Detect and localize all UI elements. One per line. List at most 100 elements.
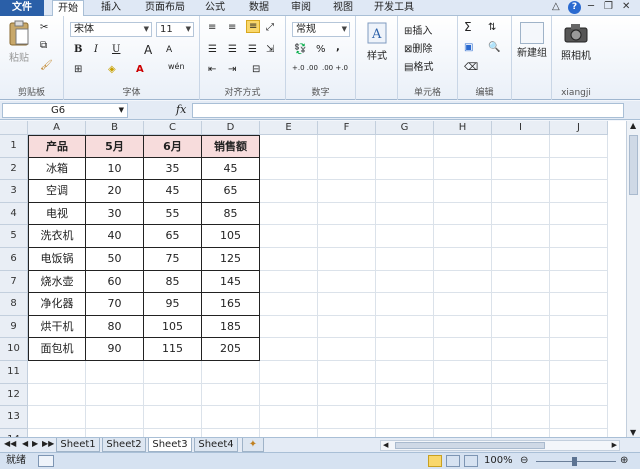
cell-c10[interactable]: 115 <box>144 338 202 361</box>
column-header-f[interactable]: F <box>318 121 376 135</box>
tab-file[interactable]: 文件 <box>0 0 44 16</box>
row-header-5[interactable]: 5 <box>0 225 28 248</box>
row-header-10[interactable]: 10 <box>0 338 28 361</box>
cell-d1[interactable]: 销售额 <box>202 135 260 158</box>
zoom-slider-thumb[interactable] <box>572 457 577 466</box>
cell-f8[interactable] <box>318 293 376 316</box>
cell-f13[interactable] <box>318 406 376 429</box>
italic-button[interactable]: I <box>94 44 98 55</box>
cell-h6[interactable] <box>434 248 492 271</box>
row-header-6[interactable]: 6 <box>0 248 28 271</box>
cell-a10[interactable]: 面包机 <box>28 338 86 361</box>
cell-g1[interactable] <box>376 135 434 158</box>
cell-j2[interactable] <box>550 157 608 181</box>
cell-i6[interactable] <box>492 248 550 271</box>
cell-i7[interactable] <box>492 270 550 294</box>
column-header-e[interactable]: E <box>260 121 318 135</box>
zoom-level[interactable]: 100% <box>484 453 513 469</box>
normal-view-icon[interactable] <box>428 455 442 467</box>
cell-j7[interactable] <box>550 270 608 294</box>
delete-cells-button[interactable]: ⊠删除 <box>404 40 432 55</box>
select-all-corner[interactable] <box>0 121 28 135</box>
new-sheet-icon[interactable]: ✦ <box>242 438 264 452</box>
cell-a9[interactable]: 烘干机 <box>28 315 86 339</box>
cell-b13[interactable] <box>86 406 144 429</box>
column-header-h[interactable]: H <box>434 121 492 135</box>
cell-e3[interactable] <box>260 180 318 203</box>
sheet-tab-sheet2[interactable]: Sheet2 <box>102 438 146 452</box>
row-header-3[interactable]: 3 <box>0 180 28 203</box>
cell-f6[interactable] <box>318 248 376 271</box>
cell-c6[interactable]: 75 <box>144 248 202 271</box>
cell-j11[interactable] <box>550 361 608 384</box>
sort-filter-icon[interactable]: ⇅ <box>488 22 496 33</box>
first-sheet-icon[interactable]: ◀◀ <box>4 439 16 448</box>
cell-i5[interactable] <box>492 225 550 248</box>
cell-f3[interactable] <box>318 180 376 203</box>
restore-icon[interactable]: ❐ <box>604 1 613 12</box>
cell-e1[interactable] <box>260 135 318 158</box>
cell-j4[interactable] <box>550 202 608 226</box>
cell-b8[interactable]: 70 <box>86 293 144 316</box>
cell-i13[interactable] <box>492 406 550 429</box>
zoom-in-icon[interactable]: ⊕ <box>620 453 628 469</box>
number-format-select[interactable]: 常规 ▼ <box>292 22 350 37</box>
cell-d11[interactable] <box>202 361 260 384</box>
cell-a11[interactable] <box>28 361 86 384</box>
cell-e5[interactable] <box>260 225 318 248</box>
cell-f2[interactable] <box>318 157 376 181</box>
clear-icon[interactable]: ⌫ <box>464 62 478 73</box>
cell-d3[interactable]: 65 <box>202 180 260 203</box>
last-sheet-icon[interactable]: ▶▶ <box>42 439 54 448</box>
prev-sheet-icon[interactable]: ◀ <box>22 439 28 448</box>
cell-c13[interactable] <box>144 406 202 429</box>
copy-icon[interactable]: ⧉ <box>40 40 47 51</box>
cell-a13[interactable] <box>28 406 86 429</box>
page-break-view-icon[interactable] <box>464 455 478 467</box>
tab-home[interactable]: 开始 <box>52 0 84 17</box>
format-cells-button[interactable]: ▤格式 <box>404 58 433 73</box>
column-header-g[interactable]: G <box>376 121 434 135</box>
cell-a4[interactable]: 电视 <box>28 202 86 226</box>
cell-b6[interactable]: 50 <box>86 248 144 271</box>
fill-color-icon[interactable]: ◈ <box>108 64 116 75</box>
sheet-tab-sheet4[interactable]: Sheet4 <box>194 438 238 452</box>
phonetic-guide-button[interactable]: wén <box>168 62 185 71</box>
cell-g4[interactable] <box>376 202 434 226</box>
cell-a6[interactable]: 电饭锅 <box>28 248 86 271</box>
column-header-d[interactable]: D <box>202 121 260 135</box>
align-right-icon[interactable]: ☰ <box>248 44 257 55</box>
cell-h11[interactable] <box>434 361 492 384</box>
insert-function-button[interactable]: fx <box>176 103 186 116</box>
column-header-c[interactable]: C <box>144 121 202 135</box>
cell-i4[interactable] <box>492 202 550 226</box>
accounting-format-icon[interactable]: 💱 <box>294 44 306 55</box>
cell-c11[interactable] <box>144 361 202 384</box>
cell-d2[interactable]: 45 <box>202 157 260 181</box>
cell-g13[interactable] <box>376 406 434 429</box>
formula-input[interactable] <box>192 103 624 118</box>
cell-g6[interactable] <box>376 248 434 271</box>
cell-e9[interactable] <box>260 315 318 339</box>
page-layout-view-icon[interactable] <box>446 455 460 467</box>
row-header-4[interactable]: 4 <box>0 202 28 226</box>
styles-button[interactable]: A 样式 <box>364 22 390 62</box>
cell-j12[interactable] <box>550 383 608 407</box>
zoom-out-icon[interactable]: ⊖ <box>520 453 528 469</box>
cell-f14[interactable] <box>318 428 376 437</box>
orientation-icon[interactable]: ⤢ <box>266 22 274 33</box>
help-icon[interactable]: ? <box>568 1 581 14</box>
autosum-button[interactable]: Σ <box>464 20 472 34</box>
cell-i10[interactable] <box>492 338 550 361</box>
row-header-11[interactable]: 11 <box>0 361 28 384</box>
cell-f10[interactable] <box>318 338 376 361</box>
cell-e6[interactable] <box>260 248 318 271</box>
cell-d10[interactable]: 205 <box>202 338 260 361</box>
grow-font-button[interactable]: A <box>144 43 152 57</box>
paste-button[interactable]: 粘贴 <box>6 20 32 64</box>
scroll-left-icon[interactable]: ◀ <box>383 441 388 449</box>
column-header-a[interactable]: A <box>28 121 86 135</box>
cell-g9[interactable] <box>376 315 434 339</box>
cell-b2[interactable]: 10 <box>86 157 144 181</box>
close-icon[interactable]: ✕ <box>622 1 630 12</box>
